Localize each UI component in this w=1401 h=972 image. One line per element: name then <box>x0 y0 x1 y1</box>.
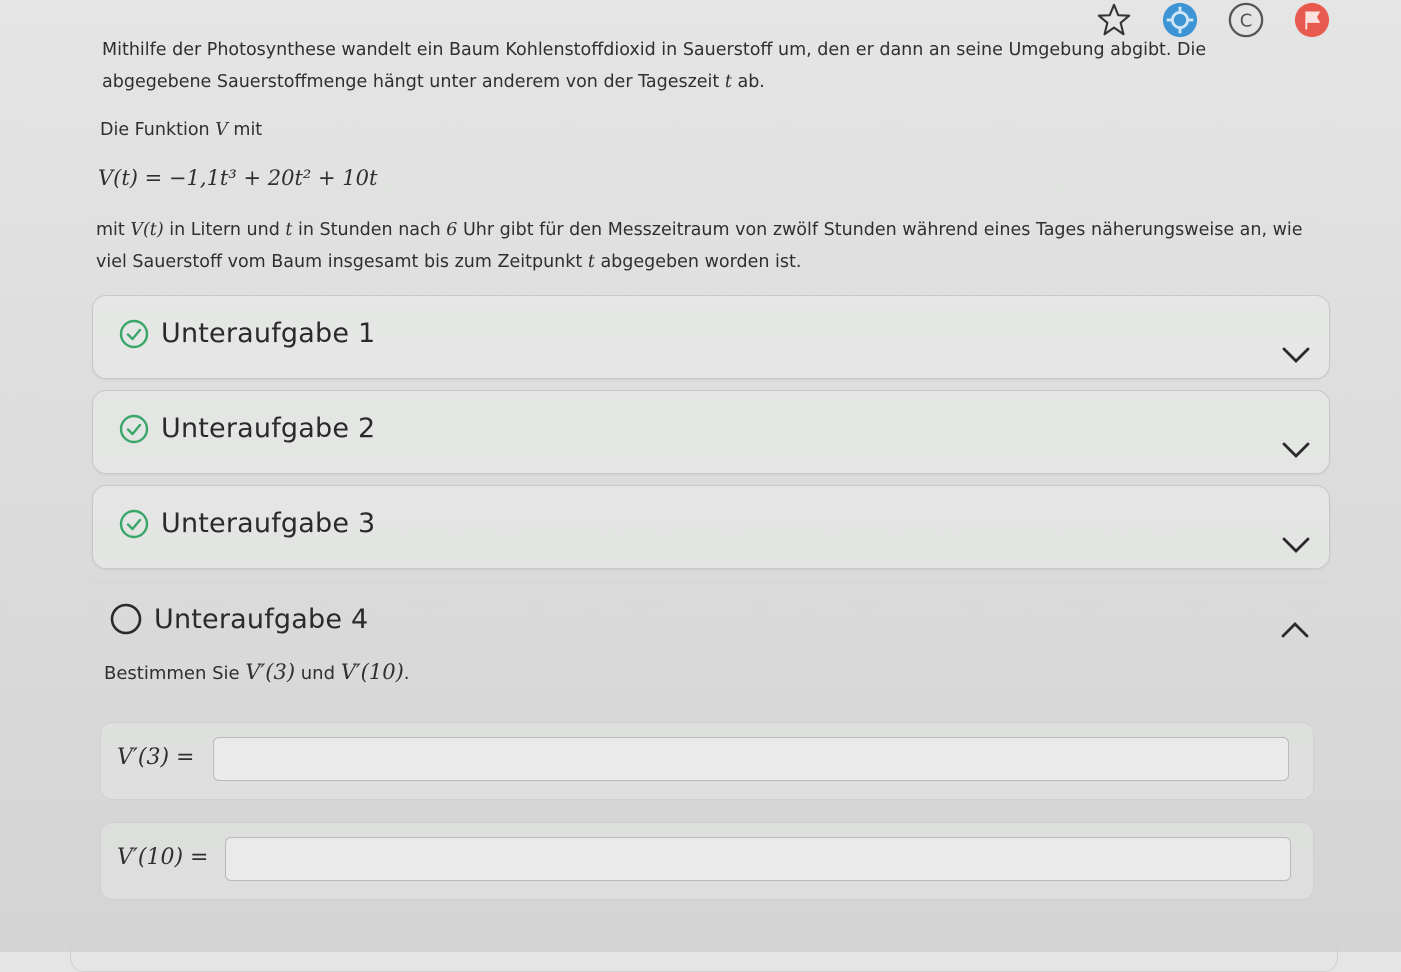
answer-label: V′(3) = <box>117 745 195 770</box>
function-intro: Die Funktion V mit <box>100 114 262 146</box>
prompt-end: . <box>403 663 410 684</box>
intro-end: ab. <box>731 72 765 92</box>
check-circle-icon <box>119 319 149 348</box>
chevron-up-icon[interactable] <box>1280 621 1310 639</box>
prompt-mid: und <box>295 663 341 684</box>
accordion-subtask-2[interactable]: Unteraufgabe 2 <box>92 390 1330 474</box>
function-formula: V(t) = −1,1t³ + 20t² + 10t <box>98 166 378 190</box>
accordion-subtask-1[interactable]: Unteraufgabe 1 <box>92 295 1330 379</box>
answer-input-v10[interactable] <box>225 837 1291 881</box>
check-circle-icon <box>119 414 149 443</box>
accordion-subtask-3[interactable]: Unteraufgabe 3 <box>92 485 1330 569</box>
desc-var-v: V(t) <box>130 220 164 240</box>
desc-var-t2: t <box>587 252 595 272</box>
answer-label: V′(10) = <box>117 845 209 870</box>
next-card <box>70 930 1338 972</box>
copyright-letter: C <box>1240 11 1253 32</box>
desc-six: 6 <box>446 220 458 240</box>
desc-5: abgegeben worden ist. <box>594 252 802 272</box>
answer-row-1: V′(3) = <box>100 722 1314 800</box>
description-paragraph: mit V(t) in Litern und t in Stunden nach… <box>96 214 1311 278</box>
chevron-down-icon[interactable] <box>1281 441 1311 459</box>
desc-3: in Stunden nach <box>292 220 447 240</box>
intro-text: Mithilfe der Photosynthese wandelt ein B… <box>102 40 1207 92</box>
chevron-down-icon[interactable] <box>1281 346 1311 364</box>
subtask-title: Unteraufgabe 4 <box>154 603 369 635</box>
function-post: mit <box>227 120 263 140</box>
answer-row-2: V′(10) = <box>100 822 1314 900</box>
var-t: t <box>724 72 732 92</box>
subtask-title: Unteraufgabe 3 <box>161 508 376 539</box>
function-name: V <box>215 120 228 140</box>
desc-1: mit <box>96 220 131 240</box>
check-circle-icon <box>119 509 149 538</box>
prompt-pre: Bestimmen Sie <box>104 663 246 684</box>
expr-a: V′(3) <box>245 660 296 684</box>
answer-input-v3[interactable] <box>213 737 1289 781</box>
intro-paragraph: Mithilfe der Photosynthese wandelt ein B… <box>102 34 1302 98</box>
desc-2: in Litern und <box>163 220 286 240</box>
accordion-subtask-4[interactable]: Unteraufgabe 4 <box>92 582 1328 643</box>
empty-circle-icon <box>110 603 142 635</box>
task-prompt: Bestimmen Sie V′(3) und V′(10). <box>104 660 410 684</box>
chevron-down-icon[interactable] <box>1281 536 1311 554</box>
expr-b: V′(10) <box>340 660 404 684</box>
function-pre: Die Funktion <box>100 120 216 140</box>
subtask-title: Unteraufgabe 2 <box>161 413 376 444</box>
subtask-title: Unteraufgabe 1 <box>161 318 376 349</box>
divider <box>80 912 1330 913</box>
